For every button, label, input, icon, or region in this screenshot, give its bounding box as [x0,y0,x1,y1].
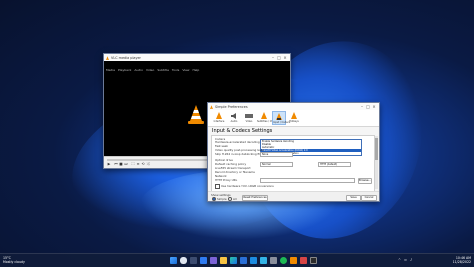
edge-icon[interactable] [230,257,237,264]
codecs-icon [276,113,282,120]
simple-radio[interactable] [212,197,216,201]
close-button[interactable]: × [282,55,288,61]
clock[interactable]: 10:46 AM 11/28/2022 [453,256,471,264]
clock-date: 11/28/2022 [452,260,471,264]
scrollbar-thumb[interactable] [375,138,378,160]
menu-help[interactable]: Help [192,68,199,73]
settings-icon[interactable] [270,257,277,264]
subtitles-icon [261,112,267,119]
rtsp-select[interactable]: HTTP (default) [318,162,351,167]
close-button[interactable]: × [371,104,377,110]
menu-media[interactable]: Media [106,68,115,73]
next-icon[interactable]: ⏭ [124,162,128,167]
video-icon [245,114,253,118]
task-view-icon[interactable] [190,257,197,264]
skip-h264-select[interactable]: None [260,152,293,157]
weather-widget[interactable]: 15°C Mostly cloudy [3,256,25,264]
search-icon[interactable] [180,257,187,264]
reset-preferences-button[interactable]: Reset Preferences [242,195,268,201]
audio-icon [231,113,236,119]
weather-text: Mostly cloudy [3,260,25,264]
loop-icon[interactable]: ⟲ [141,162,145,167]
cancel-button[interactable]: Cancel [361,195,377,201]
settings-form: Codecs Hardware-accelerated decoding Ena… [211,135,375,192]
menu-subtitle[interactable]: Subtitle [157,68,169,73]
chat-icon[interactable] [210,257,217,264]
start-icon[interactable] [170,257,177,264]
menu-view[interactable]: View [182,68,189,73]
all-radio[interactable] [228,197,232,201]
category-input-codecs[interactable]: Input / Codecs [272,111,290,125]
previous-icon[interactable]: ⏮ [114,162,118,167]
ffmpeg-label: Use hardware YUV->RGB conversions [221,184,274,188]
ffmpeg-checkbox[interactable] [215,184,220,189]
play-icon[interactable]: ▶ [107,162,111,167]
hotkeys-icon [291,112,297,119]
store-icon[interactable] [240,257,247,264]
skip-h264-label: Skip H.264 in-loop deblocking filter [215,152,265,156]
prefs-footer: Show settings Simple All Reset Preferenc… [208,191,379,201]
stop-icon[interactable]: ■ [119,162,123,167]
category-subtitles[interactable]: Subtitles / OSD [257,111,275,125]
interface-icon [216,112,222,119]
prefs-category-bar: Interface Audio Video Subtitles / OSD In… [208,110,379,127]
menu-playback[interactable]: Playback [118,68,131,73]
playlist-icon[interactable]: ≡ [136,162,140,167]
speaker-icon[interactable]: ♪ [410,258,414,262]
browse-button[interactable]: Browse... [358,178,372,184]
preferences-dialog[interactable]: Simple Preferences – □ × Interface Audio… [207,102,380,202]
menu-audio[interactable]: Audio [134,68,143,73]
fullscreen-icon[interactable]: ⛶ [131,162,135,167]
proxy-label: HTTP Proxy URL [215,178,238,182]
chevron-up-icon[interactable]: ^ [398,258,402,262]
taskbar: 15°C Mostly cloudy ^ ≈ ♪ 10:46 AM 11/28/… [0,253,474,267]
simple-label: Simple [217,197,227,201]
settings-scrollbar[interactable] [375,136,378,189]
category-video[interactable]: Video [242,111,256,125]
proxy-input[interactable] [260,178,355,183]
menu-video[interactable]: Video [146,68,154,73]
wifi-icon[interactable]: ≈ [404,258,408,262]
vlc-logo-icon [188,105,204,125]
spotify-icon[interactable] [280,257,287,264]
player-menubar: Media Playback Audio Video Subtitle Tool… [104,68,199,73]
photos-icon[interactable] [260,257,267,264]
section-title: Input & Codecs Settings [212,128,273,134]
media-icon[interactable] [300,257,307,264]
category-hotkeys[interactable]: Hotkeys [287,111,301,125]
category-audio[interactable]: Audio [227,111,241,125]
prefs-title: Simple Preferences [215,104,248,109]
shuffle-icon[interactable]: ⤮ [146,162,150,167]
file-explorer-icon[interactable] [220,257,227,264]
category-interface[interactable]: Interface [212,111,226,125]
vlc-taskbar-icon[interactable] [290,257,297,264]
all-label: All [233,197,237,201]
player-title: VLC media player [111,55,141,60]
save-button[interactable]: Save [346,195,361,201]
mail-icon[interactable] [250,257,257,264]
default-caching-select[interactable]: Normal [260,162,293,167]
widgets-icon[interactable] [200,257,207,264]
terminal-icon[interactable] [310,257,317,264]
menu-tools[interactable]: Tools [172,68,179,73]
